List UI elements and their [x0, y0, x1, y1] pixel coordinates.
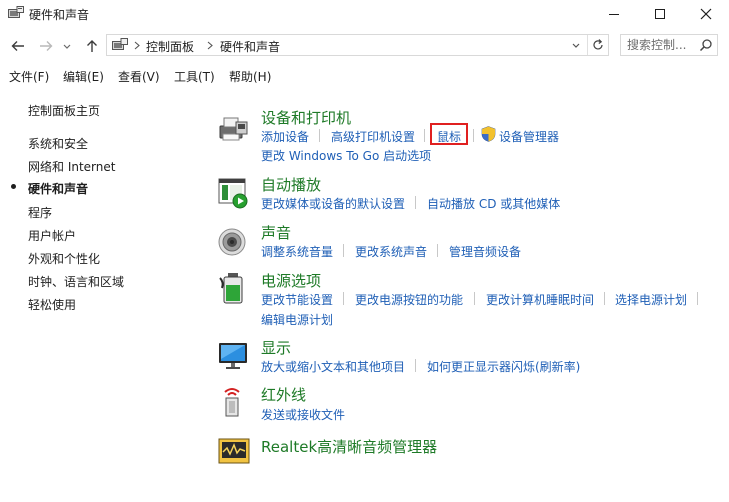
link-change-media-defaults[interactable]: 更改媒体或设备的默认设置 — [261, 195, 405, 212]
back-arrow-icon — [11, 41, 24, 51]
link-separator — [474, 292, 475, 305]
chevron-right-icon — [134, 41, 140, 50]
search-icon[interactable] — [699, 38, 713, 52]
link-change-sleep-time[interactable]: 更改计算机睡眠时间 — [486, 291, 594, 308]
sidebar-item-user-accounts[interactable]: 用户帐户 — [28, 227, 76, 244]
menu-edit[interactable]: 编辑(E) — [63, 68, 104, 85]
link-send-receive-files[interactable]: 发送或接收文件 — [261, 406, 345, 423]
window-title: 硬件和声音 — [29, 8, 90, 22]
devices-printers-icon — [219, 117, 248, 141]
minimize-icon — [609, 14, 619, 15]
up-arrow-icon — [87, 40, 97, 52]
control-panel-icon — [112, 38, 128, 50]
shield-icon — [481, 126, 496, 142]
title-bar: 硬件和声音 — [0, 0, 729, 28]
link-fix-flicker[interactable]: 如何更正显示器闪烁(刷新率) — [427, 358, 580, 375]
link-resize-text[interactable]: 放大或缩小文本和其他项目 — [261, 358, 405, 375]
link-change-system-sounds[interactable]: 更改系统声音 — [355, 243, 427, 260]
link-separator — [319, 129, 320, 142]
link-separator — [415, 359, 416, 372]
menu-tools[interactable]: 工具(T) — [174, 68, 215, 85]
category-title-devices-printers[interactable]: 设备和打印机 — [261, 107, 351, 128]
back-button[interactable] — [8, 36, 28, 56]
link-change-power-saving[interactable]: 更改节能设置 — [261, 291, 333, 308]
highlight-box — [430, 123, 468, 145]
link-power-button-function[interactable]: 更改电源按钮的功能 — [355, 291, 463, 308]
link-windows-to-go[interactable]: 更改 Windows To Go 启动选项 — [261, 147, 431, 164]
close-icon — [700, 8, 712, 20]
menu-view[interactable]: 查看(V) — [118, 68, 160, 85]
category-title-display[interactable]: 显示 — [261, 337, 291, 358]
breadcrumb-hardware-sound[interactable]: 硬件和声音 — [220, 38, 280, 55]
link-separator — [473, 129, 474, 142]
link-add-device[interactable]: 添加设备 — [261, 128, 309, 145]
link-separator — [415, 196, 416, 209]
realtek-audio-icon — [218, 438, 250, 464]
autoplay-icon — [218, 178, 248, 209]
link-choose-power-plan[interactable]: 选择电源计划 — [615, 291, 687, 308]
refresh-icon[interactable] — [591, 38, 605, 52]
link-separator — [424, 129, 425, 142]
battery-icon — [219, 273, 243, 304]
link-manage-audio-devices[interactable]: 管理音频设备 — [449, 243, 521, 260]
sidebar-item-appearance[interactable]: 外观和个性化 — [28, 250, 100, 267]
maximize-icon — [655, 9, 665, 19]
close-button[interactable] — [683, 0, 729, 28]
category-title-power-options[interactable]: 电源选项 — [261, 270, 321, 291]
sidebar-home-link[interactable]: 控制面板主页 — [28, 102, 100, 119]
link-separator — [343, 292, 344, 305]
link-advanced-printer-settings[interactable]: 高级打印机设置 — [331, 128, 415, 145]
infrared-icon — [224, 388, 240, 417]
chevron-down-icon[interactable] — [571, 41, 581, 51]
category-title-autoplay[interactable]: 自动播放 — [261, 174, 321, 195]
category-title-sound[interactable]: 声音 — [261, 222, 291, 243]
speaker-icon — [218, 228, 246, 256]
category-title-realtek[interactable]: Realtek高清晰音频管理器 — [261, 436, 437, 457]
link-adjust-volume[interactable]: 调整系统音量 — [261, 243, 333, 260]
sidebar-item-programs[interactable]: 程序 — [28, 204, 52, 221]
sidebar-item-system-security[interactable]: 系统和安全 — [28, 135, 88, 152]
sidebar-item-clock-region[interactable]: 时钟、语言和区域 — [28, 273, 124, 290]
menu-help[interactable]: 帮助(H) — [229, 68, 271, 85]
search-box[interactable] — [620, 34, 718, 56]
menu-file[interactable]: 文件(F) — [9, 68, 49, 85]
link-autoplay-cd[interactable]: 自动播放 CD 或其他媒体 — [427, 195, 560, 212]
forward-button[interactable] — [36, 36, 56, 56]
link-separator — [343, 244, 344, 257]
forward-arrow-icon — [40, 41, 53, 51]
address-divider — [587, 35, 588, 55]
up-button[interactable] — [82, 36, 102, 56]
breadcrumb-control-panel[interactable]: 控制面板 — [146, 38, 194, 55]
recent-locations-button[interactable] — [61, 36, 73, 56]
control-panel-icon — [8, 6, 24, 18]
sidebar-item-ease-of-access[interactable]: 轻松使用 — [28, 296, 76, 313]
category-title-infrared[interactable]: 红外线 — [261, 384, 306, 405]
active-bullet-icon — [11, 184, 16, 189]
minimize-button[interactable] — [591, 0, 637, 28]
address-bar[interactable]: 控制面板 硬件和声音 — [106, 34, 609, 56]
chevron-right-icon — [207, 41, 213, 50]
link-separator — [437, 244, 438, 257]
maximize-button[interactable] — [637, 0, 683, 28]
sidebar-item-network-internet[interactable]: 网络和 Internet — [28, 158, 115, 175]
link-edit-power-plan[interactable]: 编辑电源计划 — [261, 311, 333, 328]
search-input[interactable] — [627, 37, 693, 53]
chevron-down-icon — [63, 44, 71, 49]
link-separator — [604, 292, 605, 305]
link-separator — [697, 292, 698, 305]
menu-bar: 文件(F) 编辑(E) 查看(V) 工具(T) 帮助(H) — [0, 64, 729, 86]
sidebar-item-hardware-sound: 硬件和声音 — [28, 182, 89, 196]
monitor-icon — [219, 343, 247, 369]
link-device-manager[interactable]: 设备管理器 — [499, 128, 559, 145]
